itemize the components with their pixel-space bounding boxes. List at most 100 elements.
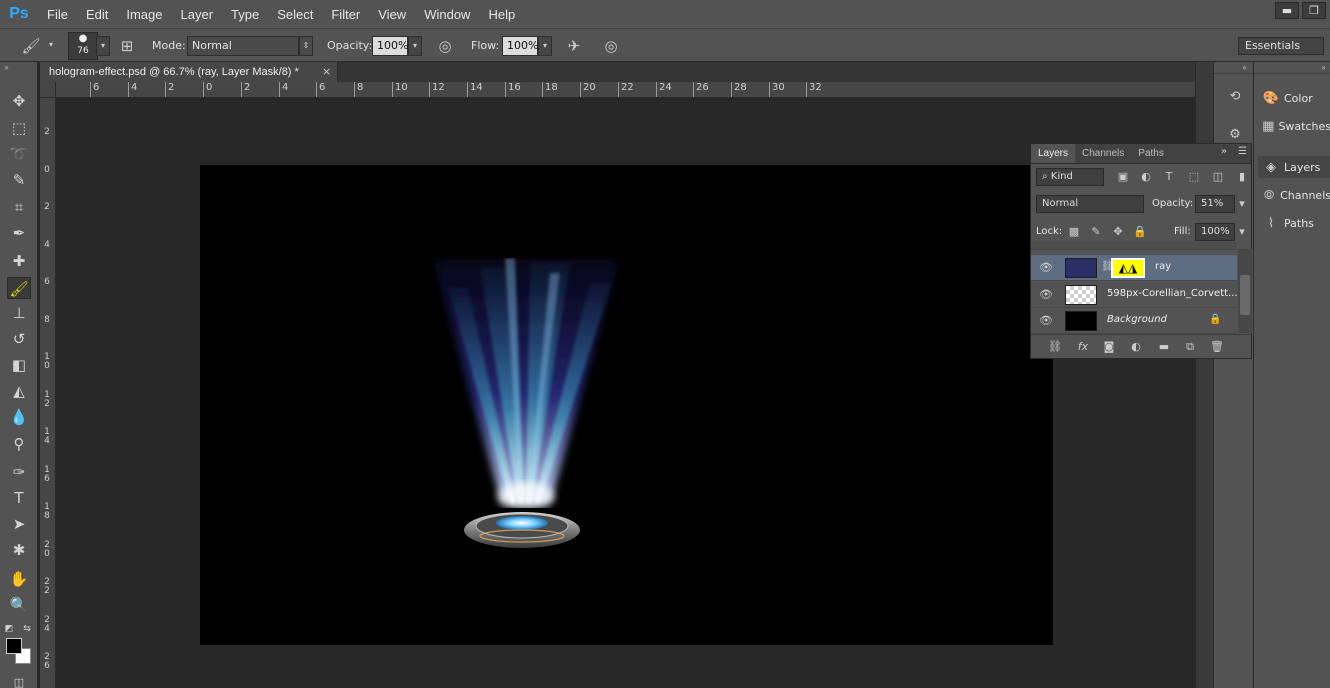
menu-help[interactable]: Help	[479, 7, 524, 22]
filter-smart-object-icon[interactable]: ◫	[1210, 169, 1226, 185]
swap-colors-icon[interactable]: ⇆	[20, 618, 34, 640]
layer-row-ray[interactable]: 👁 ⛓ ◭◮ ray	[1031, 255, 1237, 281]
panel-collapse-icon[interactable]: »	[1221, 146, 1227, 157]
history-brush-tool-icon[interactable]: ↺	[7, 328, 31, 350]
layer-opacity-input[interactable]: 51%	[1195, 195, 1235, 213]
mode-select[interactable]: Normal	[187, 36, 299, 56]
adjustment-layer-icon[interactable]: ◐	[1128, 339, 1144, 355]
brush-tool-icon[interactable]: 🖌	[20, 35, 42, 57]
eyedropper-tool-icon[interactable]: ✒	[7, 222, 31, 244]
zoom-tool-icon[interactable]: 🔍	[7, 594, 31, 616]
flow-arrow-icon[interactable]: ▾	[538, 36, 552, 56]
move-tool-icon[interactable]: ✥	[7, 90, 31, 112]
visibility-eye-icon[interactable]: 👁	[1039, 314, 1053, 327]
restore-button[interactable]: ❐	[1302, 2, 1326, 19]
fill-arrow-icon[interactable]: ▾	[1234, 224, 1250, 240]
minimize-button[interactable]: ▬	[1275, 2, 1299, 19]
dock-swatches[interactable]: ▦ Swatches	[1258, 115, 1330, 137]
brush-tool-icon[interactable]: 🖌	[7, 277, 31, 299]
menu-view[interactable]: View	[369, 7, 415, 22]
crop-tool-icon[interactable]: ⌗	[7, 196, 31, 218]
brush-preset-picker[interactable]: ● 76	[68, 32, 98, 60]
tab-paths[interactable]: Paths	[1131, 144, 1171, 163]
horizontal-ruler[interactable]: 6 4 2 0 2 4 6 8 10 12 14 16 18 20 22 24 26 28 30 32	[56, 82, 1196, 98]
menu-window[interactable]: Window	[415, 7, 479, 22]
panel-menu-icon[interactable]: ☰	[1238, 146, 1247, 157]
marquee-tool-icon[interactable]: ⬚	[7, 117, 31, 139]
clone-stamp-tool-icon[interactable]: ⊥	[7, 302, 31, 324]
menu-edit[interactable]: Edit	[77, 7, 117, 22]
pressure-size-icon[interactable]: ◎	[600, 35, 622, 57]
layer-name[interactable]: 598px-Corellian_Corvett...	[1107, 288, 1238, 299]
document-close-icon[interactable]: ×	[322, 62, 331, 82]
lock-all-icon[interactable]: 🔒	[1132, 224, 1148, 240]
tools-collapse-icon[interactable]: »	[0, 62, 37, 74]
add-mask-icon[interactable]: ◙	[1101, 339, 1117, 355]
blur-tool-icon[interactable]: 💧	[7, 406, 31, 428]
layer-mask-thumbnail[interactable]: ◭◮	[1111, 258, 1145, 278]
mode-select-arrow-icon[interactable]: ⇕	[299, 36, 313, 56]
brush-picker-arrow-icon[interactable]: ▾	[96, 36, 110, 56]
layers-scrollbar[interactable]	[1238, 249, 1252, 333]
layer-opacity-arrow-icon[interactable]: ▾	[1234, 196, 1250, 212]
layer-row-corvette[interactable]: 👁 598px-Corellian_Corvett...	[1031, 282, 1238, 308]
layer-name[interactable]: ray	[1155, 261, 1171, 272]
visibility-eye-icon[interactable]: 👁	[1039, 261, 1053, 274]
menu-type[interactable]: Type	[222, 7, 268, 22]
filter-toggle-icon[interactable]: ▮	[1234, 169, 1250, 185]
quick-selection-tool-icon[interactable]: ✎	[7, 169, 31, 191]
ruler-origin[interactable]	[40, 82, 56, 98]
opacity-input[interactable]: 100%	[372, 36, 408, 56]
paint-bucket-tool-icon[interactable]: ◭	[7, 380, 31, 402]
pressure-opacity-icon[interactable]: ◎	[434, 35, 456, 57]
filter-shape-icon[interactable]: ⬚	[1186, 169, 1202, 185]
history-panel-icon[interactable]: ⟲	[1224, 86, 1246, 108]
brush-panel-toggle-icon[interactable]: ⊞	[116, 35, 138, 57]
layer-row-background[interactable]: 👁 Background 🔒	[1031, 308, 1237, 334]
layer-row-partial[interactable]	[1031, 242, 1237, 250]
filter-pixel-icon[interactable]: ▣	[1115, 169, 1131, 185]
layer-style-fx-icon[interactable]: fx	[1075, 339, 1091, 355]
dock-color[interactable]: 🎨 Color	[1258, 87, 1330, 109]
layer-name[interactable]: Background	[1107, 314, 1167, 325]
type-tool-icon[interactable]: T	[7, 487, 31, 509]
new-group-icon[interactable]: ▬	[1156, 339, 1172, 355]
filter-type-icon[interactable]: T	[1161, 169, 1177, 185]
tab-channels[interactable]: Channels	[1075, 144, 1131, 163]
airbrush-icon[interactable]: ✈	[563, 35, 585, 57]
lock-position-icon[interactable]: ✥	[1110, 224, 1126, 240]
vertical-ruler[interactable]: 2 0 2 4 6 8 10 12 14 16 18 20 22 24 26	[40, 98, 56, 688]
document-tab[interactable]: hologram-effect.psd @ 66.7% (ray, Layer …	[40, 62, 338, 82]
default-colors-icon[interactable]: ◩	[2, 618, 16, 640]
panel-dock-collapse-icon[interactable]: »	[1254, 62, 1330, 74]
new-layer-icon[interactable]: ⧉	[1182, 339, 1198, 355]
workspace-switcher[interactable]: Essentials	[1238, 37, 1324, 55]
menu-select[interactable]: Select	[268, 7, 322, 22]
hand-tool-icon[interactable]: ✋	[7, 568, 31, 590]
filter-adjustment-icon[interactable]: ◐	[1138, 169, 1154, 185]
link-layers-icon[interactable]: ⛓	[1047, 339, 1063, 355]
quick-mask-icon[interactable]: ◫	[7, 672, 31, 688]
dodge-tool-icon[interactable]: ⚲	[7, 433, 31, 455]
menu-filter[interactable]: Filter	[322, 7, 369, 22]
document-canvas[interactable]	[200, 165, 1053, 645]
path-selection-tool-icon[interactable]: ➤	[7, 513, 31, 535]
menu-file[interactable]: File	[38, 7, 77, 22]
fill-input[interactable]: 100%	[1195, 223, 1235, 241]
opacity-arrow-icon[interactable]: ▾	[408, 36, 422, 56]
lock-pixels-icon[interactable]: ✎	[1088, 224, 1104, 240]
delete-layer-icon[interactable]: 🗑	[1209, 339, 1225, 355]
dock-layers[interactable]: ◈ Layers	[1258, 156, 1330, 178]
visibility-eye-icon[interactable]: 👁	[1039, 288, 1053, 301]
dock-paths[interactable]: ⌇ Paths	[1258, 212, 1330, 234]
lasso-tool-icon[interactable]: ➰	[7, 143, 31, 165]
dock-collapse-icon[interactable]: «	[1214, 62, 1253, 74]
menu-layer[interactable]: Layer	[172, 7, 223, 22]
healing-brush-tool-icon[interactable]: ✚	[7, 250, 31, 272]
custom-shape-tool-icon[interactable]: ✱	[7, 539, 31, 561]
eraser-tool-icon[interactable]: ◧	[7, 354, 31, 376]
layer-filter-select[interactable]: ⌕ Kind	[1036, 168, 1104, 186]
foreground-color-swatch[interactable]	[6, 638, 22, 654]
blend-mode-select[interactable]: Normal	[1036, 195, 1144, 213]
flow-input[interactable]: 100%	[502, 36, 538, 56]
